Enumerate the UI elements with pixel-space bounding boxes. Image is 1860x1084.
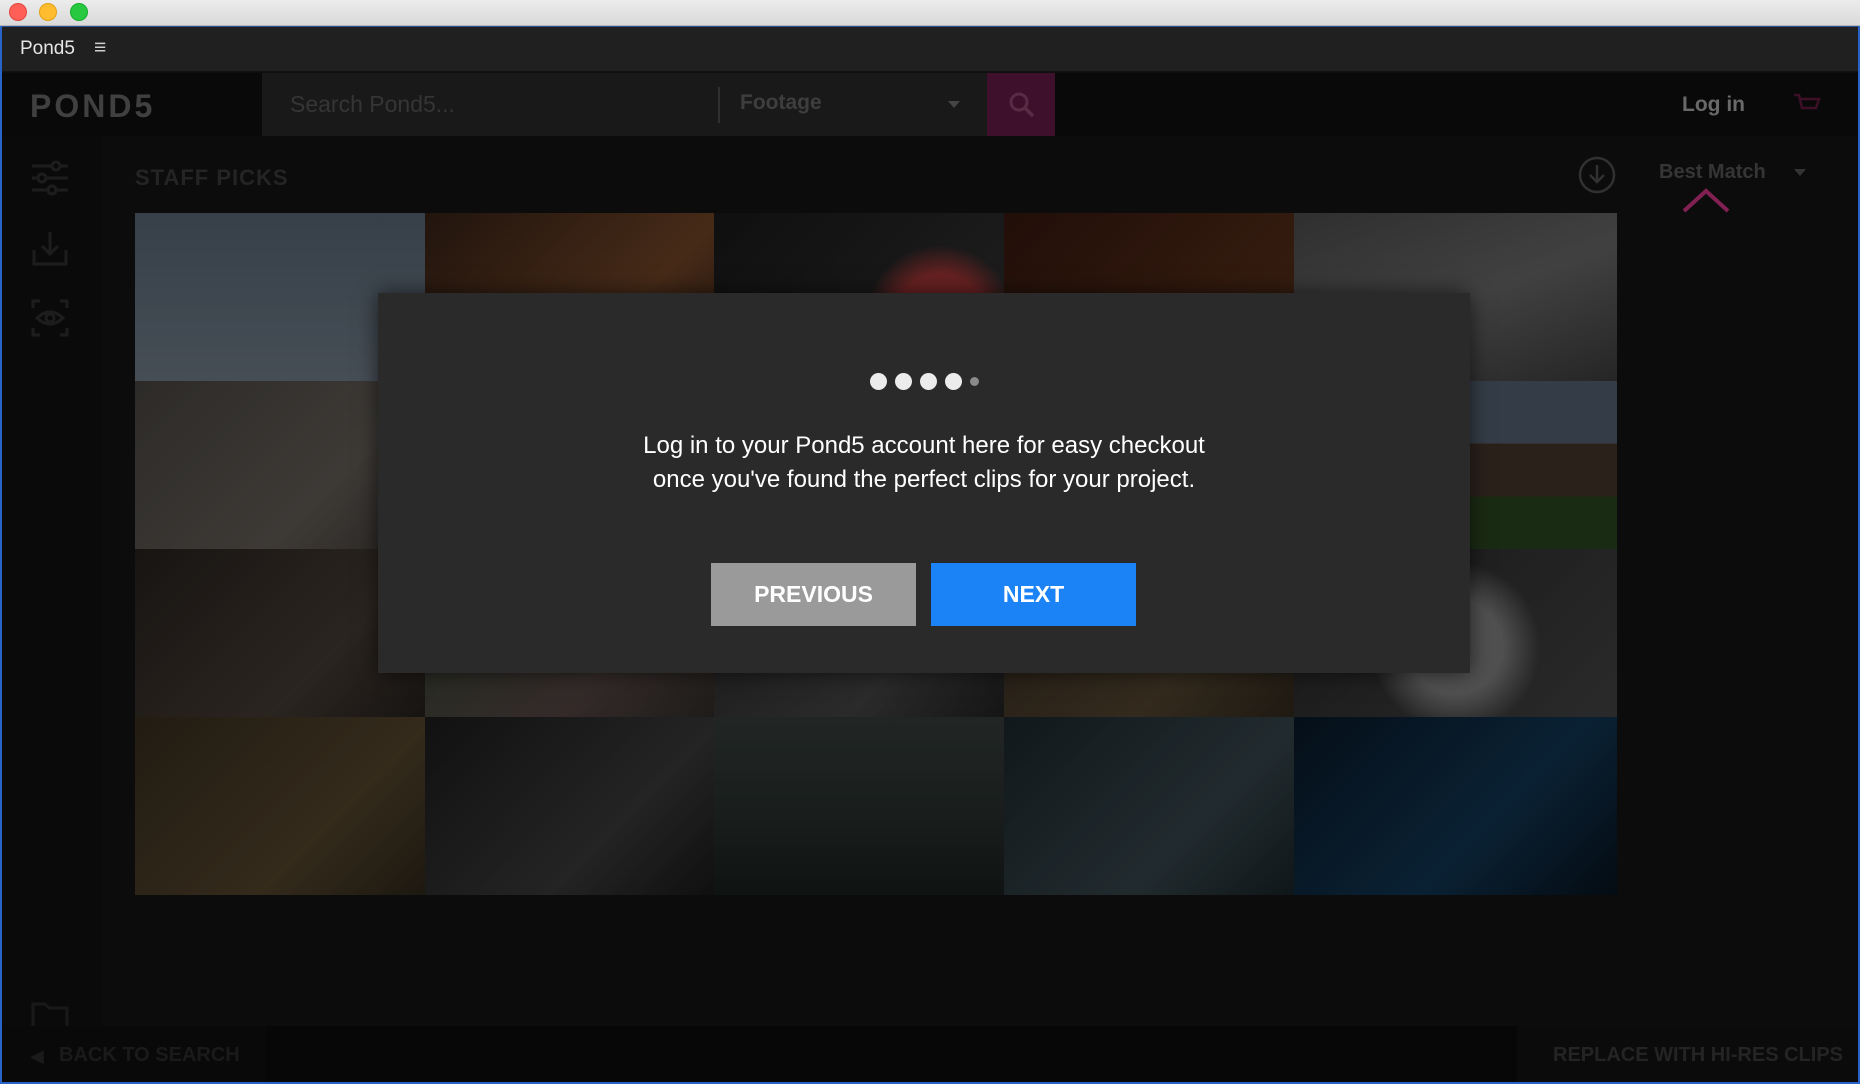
step-indicator — [378, 373, 1470, 391]
panel-menu-icon[interactable]: ≡ — [94, 36, 106, 60]
panel-header: Pond5 ≡ — [2, 26, 1858, 72]
close-window-button[interactable] — [9, 3, 27, 21]
step-dot — [969, 377, 979, 387]
previous-button[interactable]: PREVIOUS — [711, 563, 916, 626]
onboarding-modal: Log in to your Pond5 account here for ea… — [378, 293, 1470, 673]
app-window: Pond5 ≡ POND5 Footage Log in — [0, 26, 1860, 1084]
step-dot — [894, 373, 912, 391]
modal-message-line-2: once you've found the perfect clips for … — [652, 466, 1196, 493]
minimize-window-button[interactable] — [39, 3, 57, 21]
next-button[interactable]: NEXT — [931, 563, 1136, 626]
window-titlebar — [0, 0, 1860, 26]
step-dot — [919, 373, 937, 391]
maximize-window-button[interactable] — [70, 3, 88, 21]
pond5-app: POND5 Footage Log in — [2, 73, 1858, 1082]
modal-message-line-1: Log in to your Pond5 account here for ea… — [643, 432, 1205, 459]
panel-title: Pond5 — [20, 38, 75, 59]
modal-message: Log in to your Pond5 account here for ea… — [378, 429, 1470, 497]
step-dot — [869, 373, 887, 391]
step-dot — [944, 373, 962, 391]
